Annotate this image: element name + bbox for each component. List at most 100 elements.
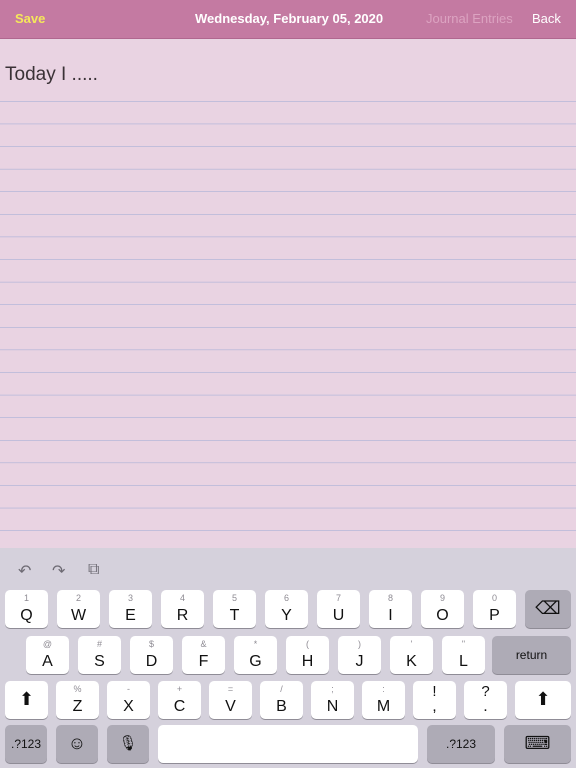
key-a[interactable]: @ A [26, 636, 69, 674]
key-f[interactable]: & F [182, 636, 225, 674]
key-hint: 9 [439, 593, 445, 603]
date-title: Wednesday, February 05, 2020 [195, 11, 384, 26]
key-hint: = [227, 684, 234, 694]
key-hint: 7 [335, 593, 341, 603]
key-hint: % [73, 684, 82, 694]
key-label: J [355, 653, 364, 670]
journal-text-area[interactable]: Today I ..... [0, 39, 576, 548]
key-hint: @ [42, 639, 53, 649]
key-g[interactable]: * G [234, 636, 277, 674]
key-label: L [459, 653, 468, 670]
journal-entry-text: Today I ..... [5, 64, 98, 85]
shift-key-left[interactable]: ⬆ [5, 681, 48, 719]
key-label: F [198, 653, 209, 670]
key-j[interactable]: ) J [338, 636, 381, 674]
key-label: X [123, 698, 134, 715]
numbers-key-right[interactable]: .?123 [427, 725, 495, 763]
key-hint: 6 [283, 593, 289, 603]
shift-icon: ⬆ [18, 689, 35, 709]
emoji-icon: ☺ [67, 733, 87, 753]
backspace-icon: ⌫ [535, 598, 561, 618]
key-label: Y [281, 607, 292, 624]
key-label: E [125, 607, 136, 624]
key-label: R [176, 607, 189, 624]
key-r[interactable]: 4 R [161, 590, 204, 628]
key-label: P [489, 607, 500, 624]
key-hint: 8 [387, 593, 393, 603]
key-l[interactable]: " L [442, 636, 485, 674]
save-button[interactable]: Save [15, 11, 45, 26]
key-s[interactable]: # S [78, 636, 121, 674]
numbers-label: .?123 [10, 737, 42, 751]
key-label: S [94, 653, 105, 670]
key-w[interactable]: 2 W [57, 590, 100, 628]
key-t[interactable]: 5 T [213, 590, 256, 628]
key-label: V [225, 698, 236, 715]
microphone-icon: 🎙 [118, 735, 138, 752]
key-hint: 0 [491, 593, 497, 603]
return-label: return [515, 648, 548, 662]
key-h[interactable]: ( H [286, 636, 329, 674]
key-period[interactable]: ? . [464, 681, 507, 719]
key-e[interactable]: 3 E [109, 590, 152, 628]
key-k[interactable]: ' K [390, 636, 433, 674]
emoji-key[interactable]: ☺ [56, 725, 98, 763]
key-v[interactable]: = V [209, 681, 252, 719]
key-label: G [249, 653, 262, 670]
backspace-key[interactable]: ⌫ [525, 590, 571, 628]
journal-entries-button[interactable]: Journal Entries [426, 11, 513, 26]
key-b[interactable]: / B [260, 681, 303, 719]
key-hint: 4 [179, 593, 185, 603]
key-n[interactable]: ; N [311, 681, 354, 719]
key-y[interactable]: 6 Y [265, 590, 308, 628]
key-comma[interactable]: ! , [413, 681, 456, 719]
key-m[interactable]: : M [362, 681, 405, 719]
key-c[interactable]: + C [158, 681, 201, 719]
key-hint: " [461, 639, 466, 649]
undo-icon[interactable]: ↶ [18, 561, 31, 581]
key-label: A [42, 653, 53, 670]
numbers-key-left[interactable]: .?123 [5, 725, 47, 763]
key-hint: + [176, 684, 183, 694]
key-hint: * [253, 639, 258, 649]
space-bar[interactable] [158, 725, 418, 763]
key-hint: ) [358, 639, 361, 649]
key-label: K [406, 653, 417, 670]
key-label: M [376, 698, 391, 715]
key-hint: / [280, 684, 283, 694]
key-hint: # [96, 639, 102, 649]
key-i[interactable]: 8 I [369, 590, 412, 628]
dictation-key[interactable]: 🎙 [107, 725, 149, 763]
onscreen-keyboard: ↶ ↷ ⧉ 1 Q 2 W 3 E 4 R 5 T 6 Y 7 U 8 I 9 … [0, 548, 576, 768]
key-hint: & [200, 639, 207, 649]
key-label: B [276, 698, 287, 715]
key-q[interactable]: 1 Q [5, 590, 48, 628]
return-key[interactable]: return [492, 636, 571, 674]
key-hint: ' [410, 639, 413, 649]
key-z[interactable]: % Z [56, 681, 99, 719]
key-o[interactable]: 9 O [421, 590, 464, 628]
key-label: , [432, 698, 437, 715]
redo-icon[interactable]: ↷ [52, 561, 65, 581]
paste-icon[interactable]: ⧉ [88, 561, 99, 579]
keyboard-dismiss-icon: ⌨ [524, 733, 551, 753]
shift-key-right[interactable]: ⬆ [515, 681, 571, 719]
back-button[interactable]: Back [532, 11, 561, 26]
key-hint: $ [148, 639, 154, 649]
key-d[interactable]: $ D [130, 636, 173, 674]
key-hint: 2 [75, 593, 81, 603]
key-hint: 5 [231, 593, 237, 603]
key-u[interactable]: 7 U [317, 590, 360, 628]
key-label: T [229, 607, 240, 624]
key-p[interactable]: 0 P [473, 590, 516, 628]
key-hint: ; [331, 684, 334, 694]
key-x[interactable]: - X [107, 681, 150, 719]
key-label: O [436, 607, 449, 624]
key-label: Z [72, 698, 83, 715]
numbers-label: .?123 [445, 737, 477, 751]
dismiss-keyboard-key[interactable]: ⌨ [504, 725, 571, 763]
key-hint: : [382, 684, 385, 694]
shift-icon: ⬆ [535, 689, 551, 709]
key-label: I [388, 607, 393, 624]
top-nav-bar: Save Wednesday, February 05, 2020 Journa… [0, 0, 576, 39]
